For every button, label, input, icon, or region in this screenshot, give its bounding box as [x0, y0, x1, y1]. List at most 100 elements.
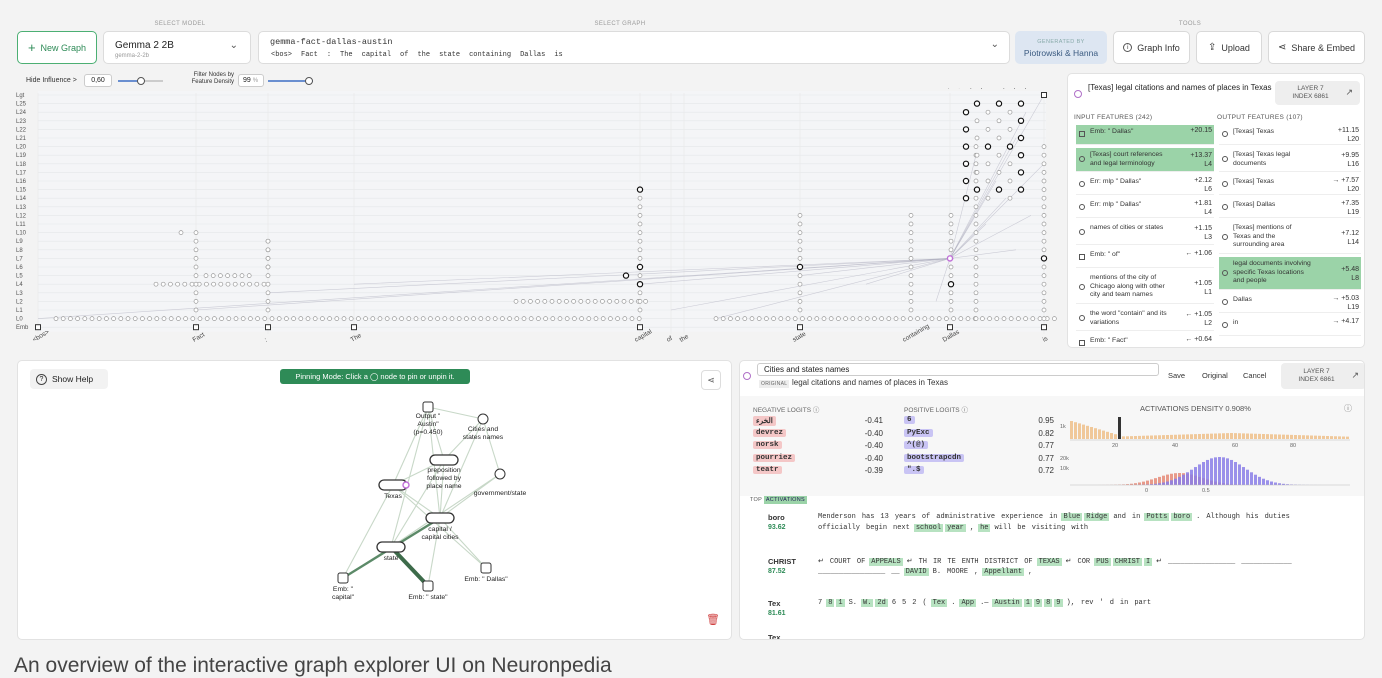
graph-node	[798, 239, 802, 243]
output-feature-row[interactable]: [Texas] Texas legal documents+9.95L16	[1219, 148, 1361, 172]
input-feature-row[interactable]: names of cities or states+1.15L3	[1076, 221, 1214, 245]
input-feature-row[interactable]: Err: mlp " Dallas"+1.81L4	[1076, 198, 1214, 218]
graph-node	[974, 222, 978, 226]
histogram-bar-top	[1314, 436, 1317, 439]
feature-name: Err: mlp " Dallas"	[1090, 178, 1168, 187]
generated-by-badge[interactable]: GENERATED BY Piotrowski & Hanna	[1015, 31, 1107, 64]
hide-influence-slider[interactable]	[118, 80, 163, 82]
histogram-bar-top	[1338, 436, 1341, 439]
graph-node	[772, 317, 776, 321]
graph-node	[328, 317, 332, 321]
upload-button[interactable]: ⇪Upload	[1196, 31, 1262, 64]
graph-node	[528, 299, 532, 303]
graph-node	[1042, 282, 1046, 286]
node-pin-icon[interactable]	[1074, 90, 1082, 98]
subgraph-canvas[interactable]: Output "Austin"(p=0.450)Cities andstates…	[18, 361, 733, 641]
filter-nodes-slider[interactable]	[268, 80, 313, 82]
slider-handle[interactable]	[137, 77, 145, 85]
input-feature-row[interactable]: the word "contain" and its variations ← +…	[1076, 307, 1214, 331]
histogram-bar-pos	[1258, 477, 1261, 485]
graph-node	[256, 317, 260, 321]
subgraph-panel[interactable]: ? Show Help Pinning Mode: Click a ◯ node…	[17, 360, 732, 640]
context-word: administrative	[934, 513, 997, 521]
input-feature-row[interactable]: Emb: " Dallas"+20.15	[1076, 125, 1214, 145]
graph-node	[986, 127, 990, 131]
input-feature-row[interactable]: Err: mlp " Dallas"+2.12L6	[1076, 175, 1214, 195]
graph-info-button[interactable]: iGraph Info	[1113, 31, 1190, 64]
graph-node	[1042, 162, 1046, 166]
graph-node	[194, 274, 198, 278]
graph-select[interactable]: gemma-fact-dallas-austin <bos>Fact:Theca…	[258, 31, 1010, 64]
graph-node	[464, 317, 468, 321]
graph-node	[1018, 170, 1023, 175]
input-feature-row[interactable]: Emb: " of"← +1.06	[1076, 248, 1214, 268]
output-feature-row[interactable]: [Texas] Texas+11.15L20	[1219, 125, 1361, 145]
graph-node	[586, 299, 590, 303]
histogram-bar-top	[1070, 421, 1073, 439]
subgraph-node	[478, 414, 488, 424]
feature-name: the word "contain" and its variations	[1090, 310, 1168, 327]
context-word: ),	[1065, 599, 1077, 607]
context-word: OF	[855, 558, 867, 566]
layer-label: L11	[16, 222, 26, 228]
feature-pin-icon[interactable]	[743, 372, 751, 380]
attribution-graph[interactable]: LgtL25L24L23L22L21L20L19L18L17L16L15L14L…	[16, 88, 1061, 354]
model-select[interactable]: Gemma 2 2B gemma-2-2b ⌄	[103, 31, 251, 64]
feature-value: +7.35	[1341, 200, 1359, 207]
layer-label: L5	[16, 274, 23, 280]
hide-influence-label: Hide Influence >	[26, 77, 77, 84]
histogram-bar-top	[1234, 433, 1237, 439]
graph-node	[266, 308, 270, 312]
graph-node	[637, 187, 642, 192]
prompt-token: the	[417, 51, 430, 59]
input-feature-row[interactable]: Emb: " Fact"← +0.64	[1076, 334, 1214, 348]
positive-logit-token: PyExc	[904, 429, 933, 437]
layer-label: L18	[16, 162, 27, 168]
external-link-icon[interactable]: ↗	[1351, 371, 1359, 379]
layer-index-badge[interactable]: LAYER 7 INDEX 6861 ↗	[1275, 81, 1360, 105]
original-button[interactable]: Original	[1202, 371, 1228, 380]
histogram-bar-pos	[1254, 475, 1257, 485]
external-link-icon[interactable]: ↗	[1345, 88, 1353, 96]
output-feature-row[interactable]: [Texas] mentions of Texas and the surrou…	[1219, 221, 1361, 254]
graph-node	[974, 317, 978, 321]
cancel-button[interactable]: Cancel	[1243, 371, 1266, 380]
graph-node	[212, 317, 216, 321]
slider-handle[interactable]	[305, 77, 313, 85]
feature-value: +11.15	[1338, 127, 1359, 134]
new-graph-button[interactable]: +New Graph	[17, 31, 97, 64]
share-embed-button[interactable]: ⋖Share & Embed	[1268, 31, 1365, 64]
histogram-bar-pos	[1250, 472, 1253, 485]
output-token-label: Sac	[945, 88, 955, 90]
graph-node	[909, 222, 913, 226]
output-feature-row[interactable]: in→ +4.17	[1219, 316, 1361, 336]
histogram-tick: 10k	[1060, 466, 1069, 472]
feature-layer: L8	[1351, 275, 1359, 282]
trash-icon[interactable]: 🗑	[706, 613, 720, 626]
histogram-bar-pos	[1194, 467, 1197, 485]
hide-influence-input[interactable]: 0,60	[84, 74, 112, 87]
input-feature-row[interactable]: mentions of the city of Chicago along wi…	[1076, 271, 1214, 304]
save-button[interactable]: Save	[1168, 371, 1185, 380]
layer-index-badge[interactable]: LAYER 7 INDEX 6861 ↗	[1281, 363, 1365, 389]
feature-value: ← +1.05	[1185, 311, 1212, 318]
output-feature-row[interactable]: legal documents involving specific Texas…	[1219, 257, 1361, 290]
negative-logit-token: الخرء	[753, 416, 776, 426]
filter-nodes-input[interactable]: 99 %	[238, 74, 264, 87]
graph-node	[194, 308, 198, 312]
output-feature-row[interactable]: [Texas] Texas→ +7.57L20	[1219, 175, 1361, 195]
histogram-bar-top	[1122, 436, 1125, 439]
output-feature-row[interactable]: [Texas] Dallas+7.35L19	[1219, 198, 1361, 218]
output-feature-row[interactable]: Dallas→ +5.03L19	[1219, 293, 1361, 313]
graph-canvas[interactable]: LgtL25L24L23L22L21L20L19L18L17L16L15L14L…	[16, 88, 1061, 354]
histogram-bar-pos	[1202, 462, 1205, 485]
graph-node	[112, 317, 116, 321]
feature-name-input[interactable]: Cities and states names	[757, 363, 1159, 376]
graph-node	[980, 317, 984, 321]
context-word: 9	[1054, 599, 1062, 607]
graph-node	[248, 317, 252, 321]
subgraph-node	[430, 455, 458, 465]
graph-node	[204, 274, 208, 278]
graph-node	[974, 196, 978, 200]
input-feature-row[interactable]: [Texas] court references and legal termi…	[1076, 148, 1214, 172]
